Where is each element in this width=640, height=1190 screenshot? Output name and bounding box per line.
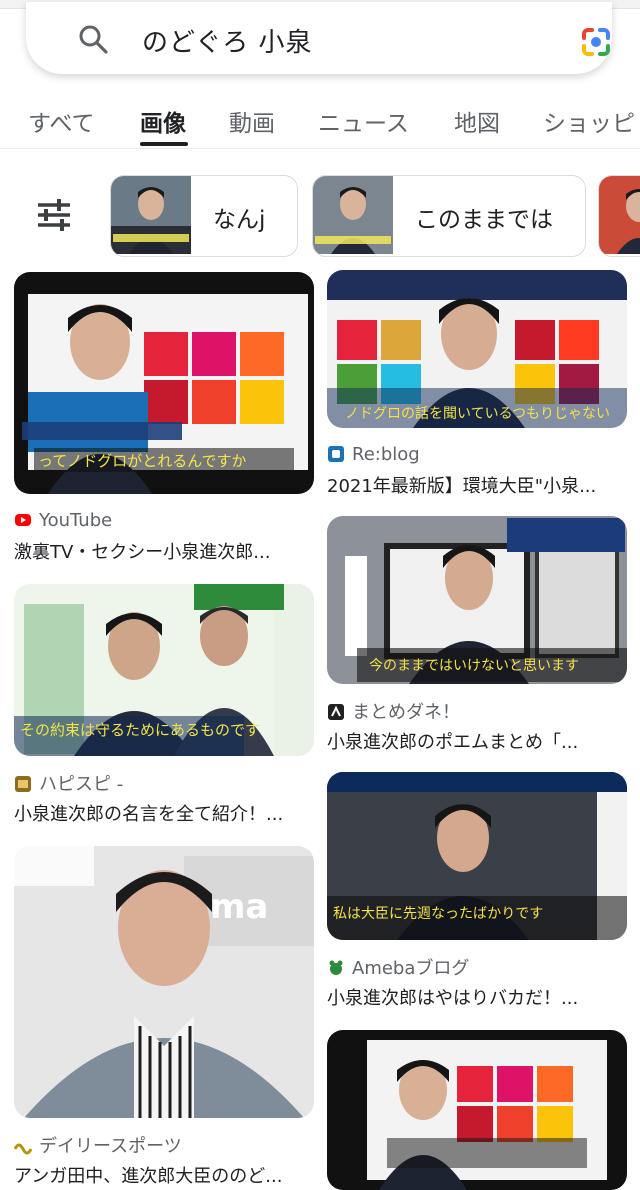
chip-thumbnail bbox=[111, 176, 191, 254]
thumbnail-caption: ノドグロの話を聞いているつもりじゃない bbox=[345, 405, 610, 422]
filter-icon[interactable] bbox=[34, 198, 74, 232]
result-thumbnail[interactable]: ってノドグロがとれるんですか bbox=[14, 272, 314, 494]
search-tabs: すべて 画像 動画 ニュース 地図 ショッピ bbox=[0, 90, 640, 149]
source-name: まとめダネ！ bbox=[352, 702, 460, 723]
matomedane-icon bbox=[328, 704, 344, 720]
tab-images[interactable]: 画像 bbox=[140, 104, 186, 138]
tab-videos[interactable]: 動画 bbox=[229, 104, 275, 138]
result-thumbnail[interactable] bbox=[327, 1030, 627, 1190]
tab-news[interactable]: ニュース bbox=[318, 104, 409, 138]
result-thumbnail[interactable]: ma bbox=[14, 846, 314, 1118]
reblog-icon bbox=[328, 446, 344, 462]
chip-nanj[interactable]: なんj bbox=[110, 175, 298, 257]
result-thumbnail[interactable]: その約束は守るためにあるものです bbox=[14, 584, 314, 756]
result-title[interactable]: アンガ田中、進次郎大臣ののど... bbox=[14, 1162, 314, 1188]
daily-sports-icon bbox=[14, 1143, 32, 1155]
thumbnail-caption: 私は大臣に先週なったばかりです bbox=[333, 906, 543, 922]
thumbnail-caption: 今のままではいけないと思います bbox=[369, 658, 579, 674]
chip-label: このままでは bbox=[415, 207, 553, 233]
chip-konomamadewa[interactable]: このままでは bbox=[312, 175, 586, 257]
chip-thumbnail bbox=[599, 176, 640, 254]
source-name: Re:blog bbox=[352, 444, 420, 465]
result-source[interactable]: YouTube bbox=[14, 510, 112, 531]
tab-maps[interactable]: 地図 bbox=[454, 104, 500, 138]
result-source[interactable]: Re:blog bbox=[327, 444, 420, 465]
hapispi-icon bbox=[15, 776, 31, 792]
source-name: ハピスピ - bbox=[39, 774, 124, 795]
result-source[interactable]: ハピスピ - bbox=[14, 770, 123, 796]
search-bar[interactable]: のどぐろ 小泉 bbox=[26, 2, 612, 74]
active-tab-indicator bbox=[140, 142, 188, 146]
thumbnail-caption: その約束は守るためにあるものです bbox=[20, 721, 260, 739]
result-source[interactable]: Amebaブログ bbox=[327, 954, 469, 980]
result-thumbnail[interactable]: 私は大臣に先週なったばかりです bbox=[327, 772, 627, 940]
tab-all[interactable]: すべて bbox=[28, 104, 94, 138]
result-title[interactable]: 小泉進次郎はやはりバカだ！... bbox=[327, 984, 627, 1010]
source-name: YouTube bbox=[39, 510, 113, 531]
result-thumbnail[interactable]: 今のままではいけないと思います bbox=[327, 516, 627, 684]
source-name: デイリースポーツ bbox=[39, 1136, 182, 1157]
svg-text:ma: ma bbox=[210, 887, 268, 927]
ameba-icon bbox=[329, 960, 343, 975]
search-icon[interactable] bbox=[78, 24, 108, 54]
result-title[interactable]: 小泉進次郎のポエムまとめ「... bbox=[327, 728, 627, 754]
result-title[interactable]: 激裏TV・セクシー小泉進次郎... bbox=[14, 538, 314, 564]
youtube-icon bbox=[15, 514, 31, 526]
result-thumbnail[interactable]: ノドグロの話を聞いているつもりじゃない bbox=[327, 270, 627, 428]
google-lens-icon[interactable] bbox=[578, 24, 614, 60]
search-input[interactable]: のどぐろ 小泉 bbox=[142, 22, 313, 59]
result-source[interactable]: デイリースポーツ bbox=[14, 1132, 182, 1158]
chip-partial[interactable] bbox=[598, 175, 640, 257]
result-title[interactable]: 小泉進次郎の名言を全て紹介！... bbox=[14, 800, 314, 826]
result-title[interactable]: 2021年最新版】環境大臣"小泉... bbox=[327, 472, 627, 498]
result-source[interactable]: まとめダネ！ bbox=[327, 698, 460, 724]
tab-shopping[interactable]: ショッピ bbox=[543, 104, 635, 138]
thumbnail-caption: ってノドグロがとれるんですか bbox=[38, 452, 247, 470]
source-name: Amebaブログ bbox=[352, 958, 470, 979]
chip-label: なんj bbox=[213, 207, 266, 233]
chip-thumbnail bbox=[313, 176, 393, 254]
